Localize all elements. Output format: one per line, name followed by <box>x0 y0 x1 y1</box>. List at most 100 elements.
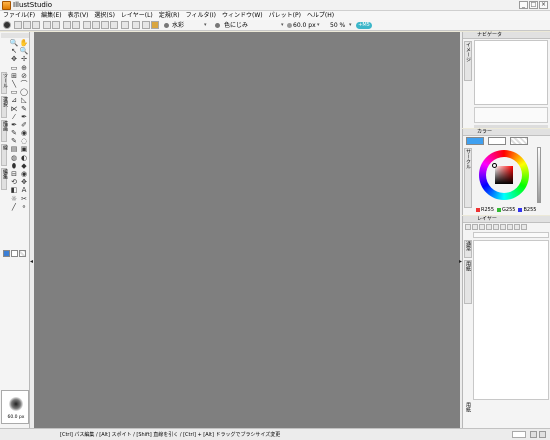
menu-edit[interactable]: 編集(E) <box>41 11 61 20</box>
tool-category-tab[interactable]: 選択 <box>1 96 8 118</box>
tool-button-icon[interactable]: ▤ <box>9 145 19 153</box>
status-zoom[interactable] <box>512 431 526 438</box>
lock-icon[interactable] <box>514 224 520 230</box>
main-color-swatch[interactable] <box>3 250 10 257</box>
tool-button-icon[interactable]: ✥ <box>19 178 29 186</box>
navigator-zoom-controls[interactable] <box>474 107 548 123</box>
tool-button-icon[interactable]: ⟲ <box>9 178 19 186</box>
layer-list[interactable] <box>473 240 549 400</box>
brush-preview[interactable]: 60.0 px <box>1 390 29 424</box>
chevron-down-icon[interactable]: ▾ <box>317 21 320 30</box>
tool-button-icon[interactable]: ✎ <box>9 137 19 145</box>
hue-ring[interactable] <box>479 150 529 200</box>
tool-button-icon[interactable]: ◐ <box>19 154 29 162</box>
blend-mode-row[interactable] <box>473 232 549 238</box>
navigator-slider[interactable] <box>474 125 548 128</box>
main-color[interactable] <box>466 137 484 145</box>
frame-icon[interactable] <box>132 21 140 29</box>
tool-button-icon[interactable]: ✥ <box>9 55 19 63</box>
tool-button-icon[interactable]: ⚬ <box>19 203 29 211</box>
tool-button-icon[interactable]: ◺ <box>19 96 29 104</box>
opacity-field[interactable]: 50 % <box>330 21 345 30</box>
transform-icon[interactable] <box>101 21 109 29</box>
open-icon[interactable] <box>23 21 31 29</box>
new-folder-icon[interactable] <box>472 224 478 230</box>
color-dot-icon[interactable] <box>3 21 11 29</box>
new-icon[interactable] <box>14 21 22 29</box>
tool-button-icon[interactable]: ◉ <box>19 170 29 178</box>
stabilizer-toggle[interactable]: +M5 <box>356 22 372 29</box>
tool-button-icon[interactable]: ✋ <box>19 39 29 47</box>
canvas-area[interactable] <box>34 32 460 428</box>
layer-side-tab[interactable]: 通常 <box>464 240 472 258</box>
tool-category-tab[interactable]: 編集 <box>1 168 8 190</box>
paper-layer-label[interactable]: 用紙 <box>465 402 471 412</box>
sub-color[interactable] <box>488 137 506 145</box>
tool-button-icon[interactable]: ✒ <box>9 121 19 129</box>
transparent-color[interactable] <box>510 137 528 145</box>
rotate-icon[interactable] <box>121 21 129 29</box>
tool-button-icon[interactable]: ⊿ <box>9 96 19 104</box>
merge-layer-icon[interactable] <box>486 224 492 230</box>
undo-icon[interactable] <box>43 21 51 29</box>
clear-icon[interactable] <box>92 21 100 29</box>
menu-filter[interactable]: フィルタ(I) <box>186 11 216 20</box>
brush-size-field[interactable]: 60.0 px <box>293 21 316 30</box>
color-side-tab[interactable]: サークル <box>464 148 472 208</box>
sub-color-swatch[interactable] <box>11 250 18 257</box>
collapse-left-icon[interactable]: ◂ <box>30 258 33 265</box>
tool-button-icon[interactable]: ◯ <box>19 88 29 96</box>
menu-select[interactable]: 選択(S) <box>94 11 115 20</box>
tool-button-icon[interactable]: ◆ <box>19 162 29 170</box>
menu-palette[interactable]: パレット(P) <box>269 11 301 20</box>
ruler-icon[interactable] <box>507 224 513 230</box>
tool-button-icon[interactable]: 🔍 <box>9 39 19 47</box>
tool-button-icon[interactable]: ⋉ <box>9 105 19 113</box>
tool-button-icon[interactable]: ▣ <box>19 145 29 153</box>
save-icon[interactable] <box>32 21 40 29</box>
maximize-button[interactable]: □ <box>529 1 538 9</box>
layer-side-tab[interactable]: 用紙 <box>464 260 472 304</box>
tool-button-icon[interactable]: ▭ <box>9 64 19 72</box>
tool-category-tab[interactable]: 線 <box>1 144 8 166</box>
tool-button-icon[interactable]: ✎ <box>19 105 29 113</box>
tool-button-icon[interactable]: ╲ <box>9 80 19 88</box>
transparent-swatch[interactable] <box>19 250 26 257</box>
clip-icon[interactable] <box>500 224 506 230</box>
menu-help[interactable]: ヘルプ(H) <box>307 11 334 20</box>
redo-icon[interactable] <box>52 21 60 29</box>
saturation-value-square[interactable] <box>492 163 513 184</box>
menu-file[interactable]: ファイル(F) <box>3 11 35 20</box>
copy-layer-icon[interactable] <box>479 224 485 230</box>
tool-button-icon[interactable]: ⊕ <box>19 64 29 72</box>
menu-ruler[interactable]: 定規(R) <box>159 11 180 20</box>
tool-category-tab[interactable]: 描画 <box>1 120 8 142</box>
tool-button-icon[interactable]: ⊘ <box>19 72 29 80</box>
tool-button-icon[interactable]: ◉ <box>19 129 29 137</box>
chevron-down-icon[interactable]: ▾ <box>204 21 207 30</box>
cut-icon[interactable] <box>63 21 71 29</box>
tool-button-icon[interactable]: ✢ <box>19 55 29 63</box>
tool-button-icon[interactable]: ◍ <box>9 154 19 162</box>
tool-button-icon[interactable]: 🔍 <box>19 47 29 55</box>
chevron-down-icon[interactable]: ▾ <box>281 21 284 30</box>
tool-button-icon[interactable]: ✒ <box>19 113 29 121</box>
tool-button-icon[interactable]: A <box>19 186 29 194</box>
blend-mode[interactable]: 色にじみ <box>224 21 248 30</box>
mask-icon[interactable] <box>493 224 499 230</box>
delete-layer-icon[interactable] <box>521 224 527 230</box>
fit-icon[interactable] <box>110 21 118 29</box>
tool-panel-header[interactable] <box>1 33 29 38</box>
layer-header[interactable]: レイヤー <box>463 216 550 223</box>
tool-button-icon[interactable]: ⊞ <box>9 72 19 80</box>
menu-window[interactable]: ウィンドウ(W) <box>222 11 263 20</box>
tool-button-icon[interactable]: ╱ <box>9 203 19 211</box>
copy-icon[interactable] <box>72 21 80 29</box>
navigator-header[interactable]: ナビゲータ <box>463 32 550 39</box>
tool-button-icon[interactable]: ⁄ <box>9 113 19 121</box>
minimize-button[interactable]: _ <box>519 1 528 9</box>
paste-icon[interactable] <box>83 21 91 29</box>
status-settings-icon[interactable] <box>530 431 537 438</box>
tool-button-icon[interactable]: ☼ <box>9 195 19 203</box>
tool-button-icon[interactable]: ↖ <box>9 47 19 55</box>
